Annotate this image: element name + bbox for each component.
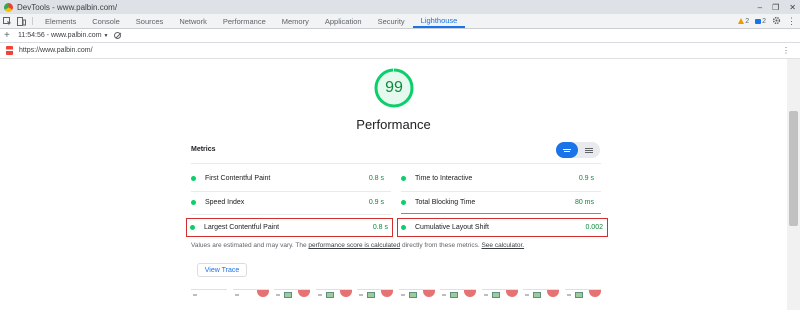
tab-console[interactable]: Console — [84, 14, 128, 28]
chevron-down-icon: ▼ — [103, 32, 109, 39]
report-select[interactable]: 11:54:56 - www.palbin.com ▼ — [18, 32, 108, 39]
pass-icon — [190, 225, 195, 230]
metrics-disclaimer: Values are estimated and may vary. The p… — [191, 242, 525, 249]
pass-icon — [401, 199, 406, 205]
filmstrip-frame — [357, 289, 394, 299]
performance-gauge[interactable]: 99 — [373, 67, 415, 109]
restore-button[interactable]: ❐ — [772, 3, 779, 12]
filmstrip-frame — [191, 289, 227, 299]
report-select-label: 11:54:56 - www.palbin.com — [18, 32, 102, 39]
highlight-underline — [401, 213, 601, 214]
filmstrip-frame — [274, 289, 311, 299]
filmstrip-frame — [398, 289, 435, 299]
divider — [401, 191, 601, 192]
window-titlebar: DevTools - www.palbin.com/ – ❐ ✕ — [0, 0, 800, 14]
message-icon — [755, 18, 762, 24]
metrics-view-toggle[interactable] — [556, 142, 600, 158]
chrome-logo-icon — [4, 2, 13, 12]
tab-lighthouse[interactable]: Lighthouse — [412, 14, 466, 28]
pass-icon — [401, 225, 406, 230]
metric-first-contentful-paint: First Contentful Paint 0.8 s — [188, 170, 388, 186]
inspect-icon[interactable] — [0, 14, 14, 28]
divider — [191, 163, 601, 164]
detailed-view-icon[interactable] — [578, 142, 600, 158]
metric-cumulative-layout-shift: Cumulative Layout Shift 0.002 — [397, 218, 608, 237]
scrollbar-thumb[interactable] — [789, 111, 798, 226]
report-url[interactable]: https://www.palbin.com/ — [19, 47, 93, 54]
filmstrip-frame — [440, 289, 477, 299]
vertical-scrollbar[interactable] — [787, 59, 800, 310]
filmstrip-frame — [523, 289, 560, 299]
screenshot-filmstrip — [191, 289, 601, 301]
messages-count: 2 — [762, 17, 766, 25]
warnings-badge[interactable]: 2 — [738, 18, 749, 25]
filmstrip-frame — [481, 289, 518, 299]
tab-security[interactable]: Security — [370, 14, 413, 28]
metric-time-to-interactive: Time to Interactive 0.9 s — [398, 170, 598, 186]
minimize-button[interactable]: – — [758, 3, 762, 12]
warnings-count: 2 — [745, 17, 750, 25]
window-title: DevTools - www.palbin.com/ — [17, 2, 118, 12]
lighthouse-toolbar: + 11:54:56 - www.palbin.com ▼ — [0, 29, 800, 43]
warning-icon — [738, 18, 745, 24]
pass-icon — [191, 199, 196, 205]
filmstrip-frame — [232, 289, 269, 299]
metrics-heading: Metrics — [191, 146, 216, 153]
clear-icon[interactable] — [114, 32, 122, 39]
close-button[interactable]: ✕ — [789, 3, 796, 12]
tab-application[interactable]: Application — [317, 14, 370, 28]
metric-largest-contentful-paint: Largest Contentful Paint 0.8 s — [186, 218, 393, 237]
divider — [191, 214, 391, 215]
metric-total-blocking-time: Total Blocking Time 80 ms — [398, 194, 598, 210]
divider — [191, 191, 391, 192]
filmstrip-frame — [564, 289, 601, 299]
summary-view-icon[interactable] — [556, 142, 578, 158]
tab-memory[interactable]: Memory — [274, 14, 317, 28]
messages-badge[interactable]: 2 — [755, 18, 766, 25]
tab-sources[interactable]: Sources — [128, 14, 172, 28]
pass-icon — [401, 175, 406, 181]
filmstrip-frame — [315, 289, 352, 299]
performance-score-link[interactable]: performance score is calculated — [308, 242, 400, 249]
tab-elements[interactable]: Elements — [37, 14, 84, 28]
tab-network[interactable]: Network — [171, 14, 215, 28]
metric-speed-index: Speed Index 0.9 s — [188, 194, 388, 210]
tab-performance[interactable]: Performance — [215, 14, 274, 28]
view-trace-button[interactable]: View Trace — [197, 263, 247, 277]
pass-icon — [191, 175, 196, 181]
report-url-bar: https://www.palbin.com/ ⋮ — [0, 43, 800, 59]
performance-score: 99 — [385, 79, 403, 96]
settings-icon[interactable] — [772, 16, 781, 27]
divider — [32, 17, 33, 25]
category-title: Performance — [356, 117, 431, 132]
more-icon[interactable]: ⋮ — [787, 16, 796, 27]
new-report-button[interactable]: + — [4, 30, 12, 41]
device-toolbar-icon[interactable] — [14, 14, 28, 28]
lighthouse-logo-icon — [6, 46, 13, 55]
see-calculator-link[interactable]: See calculator. — [481, 242, 524, 249]
report-content: 99 Performance Metrics First Contentful … — [0, 59, 800, 310]
devtools-tabbar: Elements Console Sources Network Perform… — [0, 14, 800, 29]
report-menu-icon[interactable]: ⋮ — [782, 46, 800, 55]
